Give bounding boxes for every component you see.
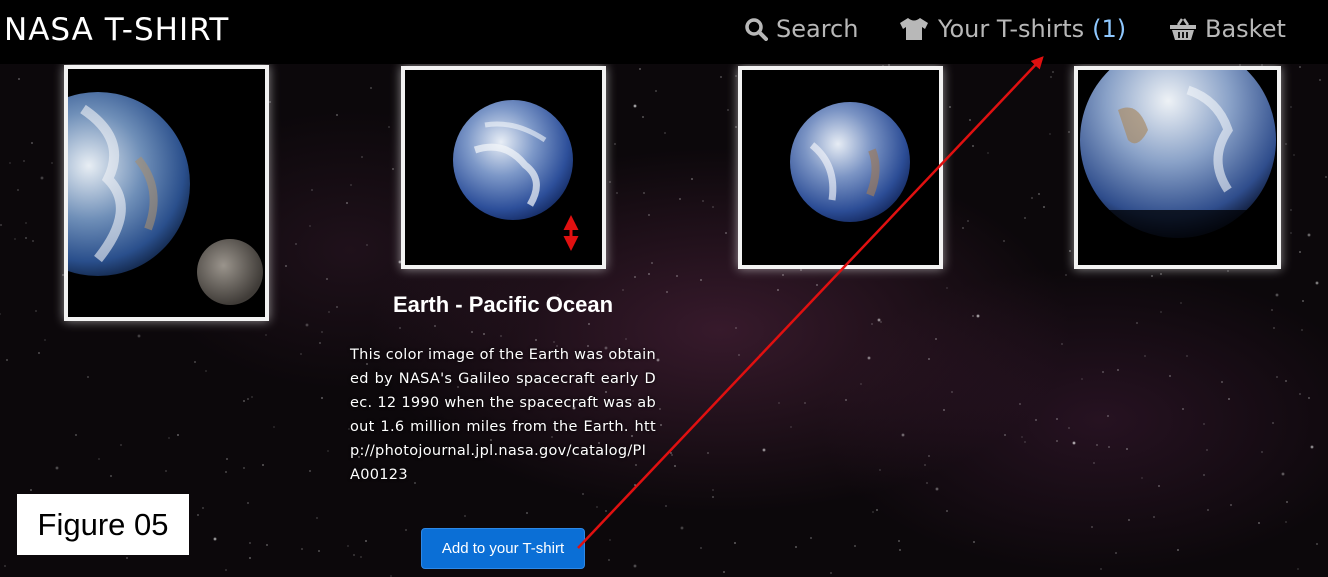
thumbnail-earth-moon[interactable]	[64, 65, 269, 321]
basket-icon	[1169, 17, 1197, 41]
earth-americas-image	[742, 70, 939, 265]
nav-your-tshirts[interactable]: Your T-shirts (1)	[898, 15, 1126, 43]
add-to-tshirt-button[interactable]: Add to your T-shirt	[421, 528, 585, 569]
earth-pacific-image	[405, 70, 602, 265]
basket-label: Basket	[1205, 15, 1286, 43]
navbar: NASA T-SHIRT Search Your T-shirts (1) Ba…	[0, 0, 1328, 64]
search-label: Search	[776, 15, 859, 43]
selected-image-description: This color image of the Earth was obtain…	[350, 347, 656, 483]
thumbnail-earth-africa[interactable]	[1074, 66, 1281, 269]
tshirts-label: Your T-shirts	[938, 15, 1085, 43]
tshirt-icon	[898, 17, 930, 41]
tshirts-count-badge: (1)	[1092, 15, 1127, 43]
figure-label: Figure 05	[17, 494, 189, 555]
thumbnail-earth-americas[interactable]	[738, 66, 943, 269]
earth-africa-image	[1078, 70, 1277, 265]
nav-search[interactable]: Search	[744, 15, 858, 43]
selected-image-title: Earth - Pacific Ocean	[392, 292, 614, 317]
brand-title[interactable]: NASA T-SHIRT	[4, 12, 229, 48]
thumbnail-earth-pacific[interactable]	[401, 66, 606, 269]
nav-basket[interactable]: Basket	[1169, 15, 1286, 43]
earth-moon-image	[68, 69, 265, 317]
search-icon	[744, 17, 768, 41]
